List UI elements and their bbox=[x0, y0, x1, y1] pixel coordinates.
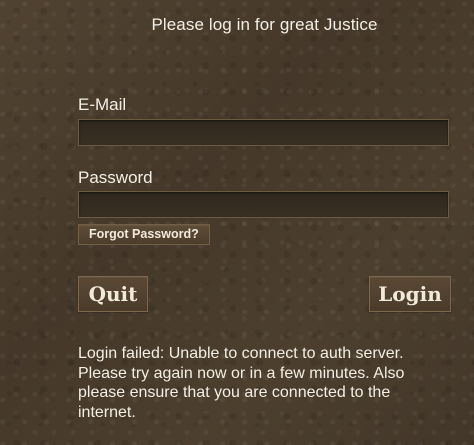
error-message: Login failed: Unable to connect to auth … bbox=[78, 345, 405, 421]
password-label: Password bbox=[78, 168, 153, 187]
page-title: Please log in for great Justice bbox=[151, 15, 378, 34]
password-field[interactable] bbox=[78, 191, 449, 218]
email-field[interactable] bbox=[78, 119, 449, 146]
login-button[interactable]: Login bbox=[369, 276, 451, 312]
email-label: E-Mail bbox=[78, 95, 127, 114]
forgot-password-button[interactable]: Forgot Password? bbox=[78, 224, 210, 245]
quit-button[interactable]: Quit bbox=[78, 276, 148, 312]
